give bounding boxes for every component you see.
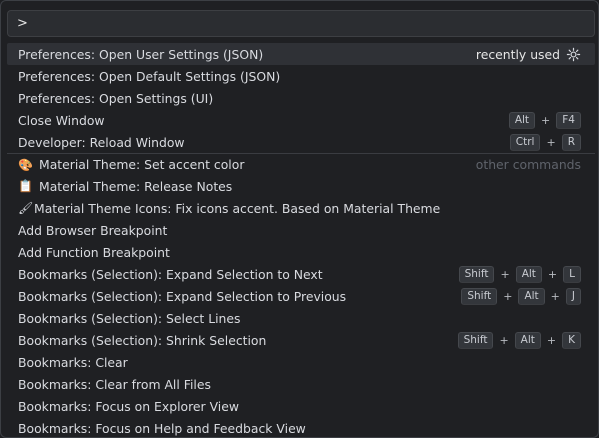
command-item[interactable]: Bookmarks (Selection): Shrink Selection … [7, 329, 595, 351]
command-label: Close Window [18, 112, 105, 128]
key: Shift [461, 287, 498, 305]
command-label: Bookmarks (Selection): Shrink Selection [18, 332, 267, 348]
brush-icon: 🖌 [18, 201, 34, 215]
command-item[interactable]: Bookmarks (Selection): Expand Selection … [7, 285, 595, 307]
command-item[interactable]: Preferences: Open Default Settings (JSON… [7, 65, 595, 87]
command-label: Bookmarks (Selection): Select Lines [18, 310, 241, 326]
command-item[interactable]: Preferences: Open Settings (UI) [7, 87, 595, 109]
command-label: Developer: Reload Window [18, 134, 185, 150]
key: Alt [514, 331, 541, 349]
command-label: Material Theme: Release Notes [39, 178, 233, 194]
plus: + [499, 333, 509, 347]
command-input[interactable] [8, 11, 594, 36]
command-label: Material Theme: Set accent color [39, 157, 245, 172]
command-input-box[interactable] [7, 10, 595, 37]
key: Ctrl [509, 133, 541, 151]
gear-icon[interactable] [566, 47, 581, 62]
command-item[interactable]: Bookmarks (Selection): Expand Selection … [7, 263, 595, 285]
command-list: Preferences: Open User Settings (JSON) r… [7, 43, 595, 437]
key: Shift [457, 331, 494, 349]
plus: + [546, 135, 556, 149]
plus: + [503, 289, 513, 303]
command-palette: Preferences: Open User Settings (JSON) r… [0, 0, 599, 438]
keybinding: Shift + Alt + J [461, 287, 581, 305]
command-label: Bookmarks: Focus on Help and Feedback Vi… [18, 420, 306, 436]
command-item[interactable]: 📋 Material Theme: Release Notes [7, 175, 595, 197]
command-label: Bookmarks (Selection): Expand Selection … [18, 266, 323, 282]
keybinding: Shift + Alt + K [457, 331, 581, 349]
command-item[interactable]: Close Window Alt + F4 [7, 109, 595, 131]
command-label: Preferences: Open Settings (UI) [18, 90, 214, 106]
command-label: Bookmarks (Selection): Expand Selection … [18, 288, 347, 304]
key: J [565, 287, 581, 305]
command-item[interactable]: Bookmarks: Focus on Help and Feedback Vi… [7, 417, 595, 437]
command-label: Bookmarks: Clear from All Files [18, 376, 211, 392]
key: Shift [458, 265, 495, 283]
command-item[interactable]: Add Function Breakpoint [7, 241, 595, 263]
other-commands-label: other commands [475, 157, 581, 172]
plus: + [500, 267, 510, 281]
command-label: Preferences: Open Default Settings (JSON… [18, 68, 281, 84]
command-item[interactable]: 🖌 Material Theme Icons: Fix icons accent… [7, 197, 595, 219]
command-item[interactable]: Bookmarks (Selection): Select Lines [7, 307, 595, 329]
keybinding: Alt + F4 [508, 111, 581, 129]
command-label: Material Theme Icons: Fix icons accent. … [34, 200, 441, 216]
keybinding: Ctrl + R [509, 133, 581, 151]
command-item[interactable]: Preferences: Open User Settings (JSON) r… [7, 43, 595, 65]
command-item[interactable]: Developer: Reload Window Ctrl + R [7, 131, 595, 153]
command-label: Preferences: Open User Settings (JSON) [18, 46, 264, 62]
command-label: Bookmarks: Clear [18, 354, 128, 370]
key: F4 [556, 111, 581, 129]
command-item[interactable]: Bookmarks: Clear [7, 351, 595, 373]
plus: + [547, 267, 558, 281]
command-label: Add Browser Breakpoint [18, 222, 168, 238]
key: Alt [515, 265, 542, 283]
palette-icon: 🎨 [18, 157, 33, 172]
key: R [561, 133, 581, 151]
key: L [563, 265, 581, 283]
plus: + [546, 333, 557, 347]
key: K [562, 331, 581, 349]
keybinding: Shift + Alt + L [458, 265, 581, 283]
command-label: Add Function Breakpoint [18, 244, 170, 260]
key: Alt [518, 287, 545, 305]
command-item[interactable]: Add Browser Breakpoint [7, 219, 595, 241]
notes-icon: 📋 [18, 179, 33, 193]
plus: + [550, 289, 560, 303]
key: Alt [508, 111, 536, 129]
command-item[interactable]: Bookmarks: Clear from All Files [7, 373, 595, 395]
command-label: Bookmarks: Focus on Explorer View [18, 398, 239, 414]
recently-used-label: recently used [475, 46, 560, 62]
command-item[interactable]: 🎨 Material Theme: Set accent color other… [7, 153, 595, 175]
command-item[interactable]: Bookmarks: Focus on Explorer View [7, 395, 595, 417]
plus: + [541, 113, 551, 127]
